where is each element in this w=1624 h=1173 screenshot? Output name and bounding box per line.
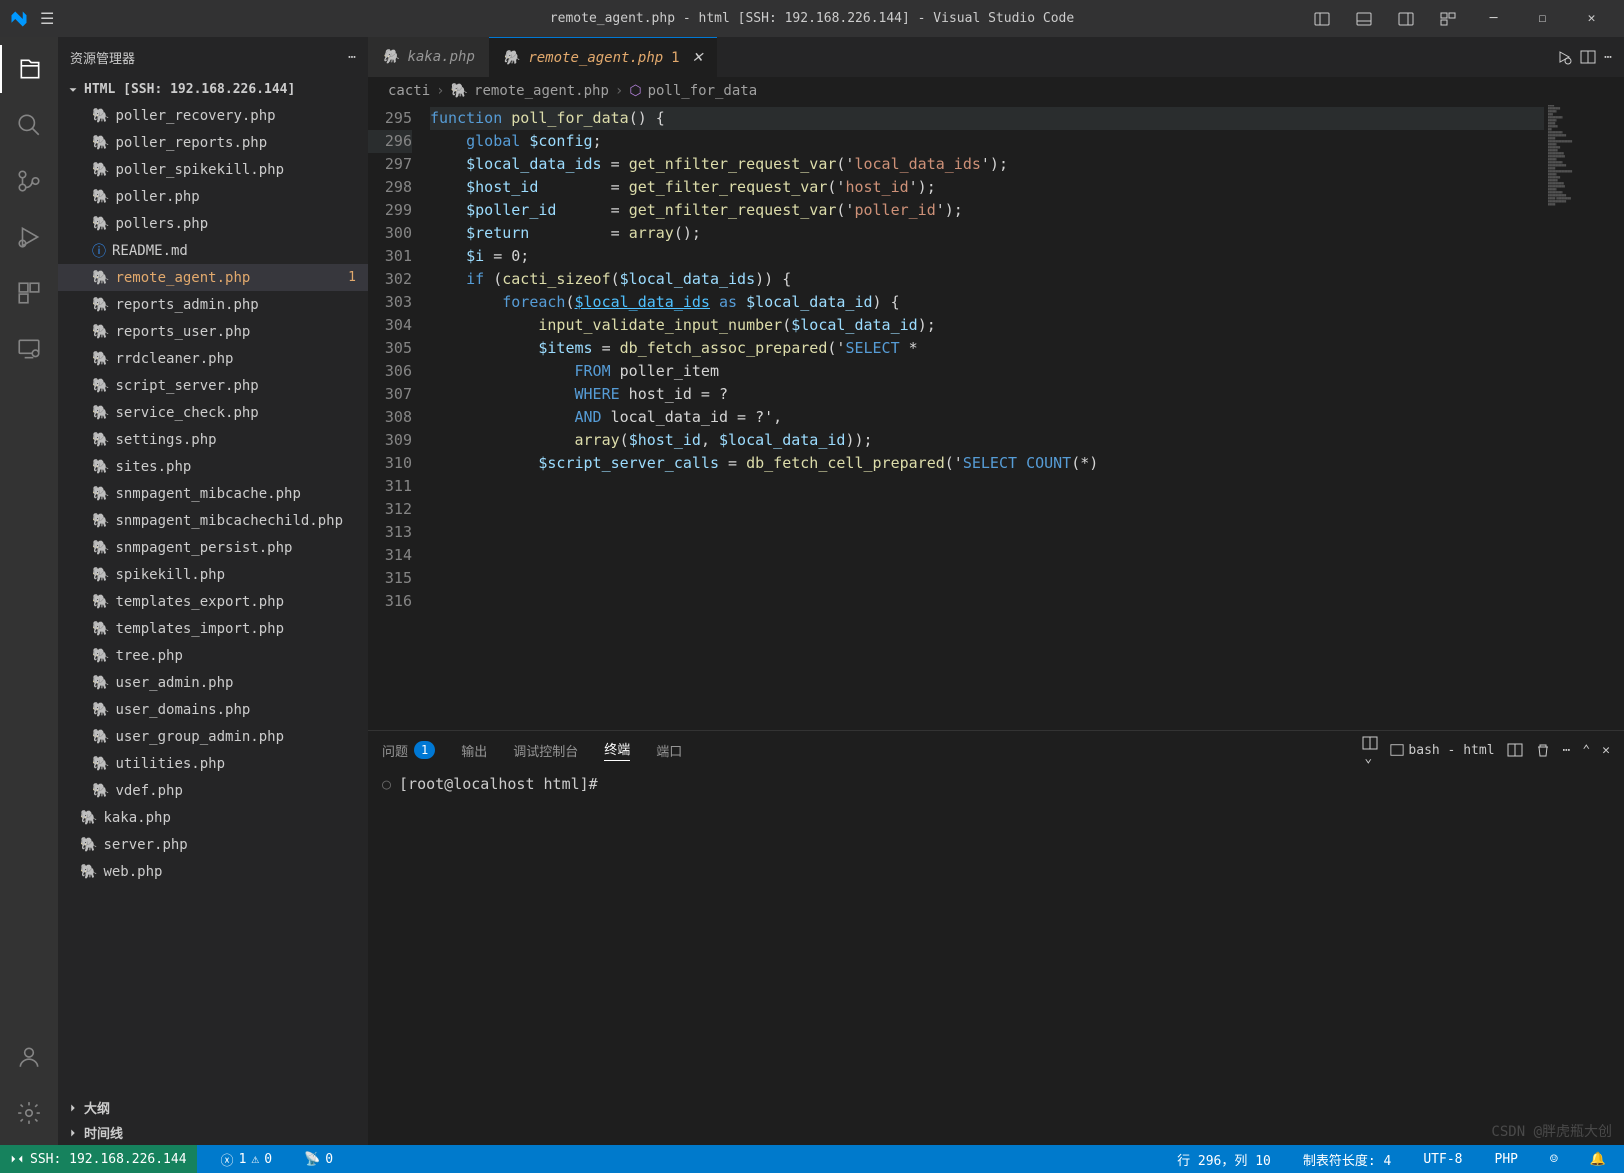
sidebar: 资源管理器 ⋯ HTML [SSH: 192.168.226.144] 🐘pol… <box>58 37 368 1145</box>
sidebar-more-icon[interactable]: ⋯ <box>348 50 356 65</box>
terminal-panel: 问题1 输出 调试控制台 终端 端口 ⌄ bash - html ⋯ ⌃ ✕ ○… <box>368 730 1624 1145</box>
file-item[interactable]: 🐘reports_admin.php <box>58 291 368 318</box>
file-item[interactable]: 🐘user_group_admin.php <box>58 723 368 750</box>
split-editor-icon[interactable] <box>1580 49 1596 65</box>
new-terminal-icon[interactable] <box>1507 742 1523 758</box>
search-icon[interactable] <box>0 101 58 149</box>
close-button[interactable]: ✕ <box>1569 0 1614 37</box>
file-item[interactable]: ⓘREADME.md <box>58 237 368 264</box>
terminal-profile[interactable]: bash - html <box>1390 743 1494 758</box>
layout-panel-icon[interactable] <box>1303 0 1341 37</box>
file-item[interactable]: 🐘spikekill.php <box>58 561 368 588</box>
debug-icon[interactable] <box>0 213 58 261</box>
file-item[interactable]: 🐘remote_agent.php1 <box>58 264 368 291</box>
minimize-button[interactable]: ─ <box>1471 0 1516 37</box>
panel-problems[interactable]: 问题1 <box>382 741 435 760</box>
tab-kaka[interactable]: 🐘kaka.php <box>368 37 489 77</box>
maximize-button[interactable]: ☐ <box>1520 0 1565 37</box>
menu-icon[interactable]: ☰ <box>40 9 54 28</box>
file-item[interactable]: 🐘user_admin.php <box>58 669 368 696</box>
file-item[interactable]: 🐘settings.php <box>58 426 368 453</box>
status-lang[interactable]: PHP <box>1487 1152 1526 1167</box>
file-item[interactable]: 🐘poller_spikekill.php <box>58 156 368 183</box>
window-title: remote_agent.php - html [SSH: 192.168.22… <box>550 11 1074 26</box>
file-item[interactable]: 🐘snmpagent_mibcachechild.php <box>58 507 368 534</box>
terminal[interactable]: ○[root@localhost html]# <box>368 769 1624 1145</box>
file-item[interactable]: 🐘snmpagent_mibcache.php <box>58 480 368 507</box>
status-encoding[interactable]: UTF-8 <box>1415 1152 1470 1167</box>
activity-bar <box>0 37 58 1145</box>
sidebar-folder-header[interactable]: HTML [SSH: 192.168.226.144] <box>58 77 368 102</box>
file-item[interactable]: 🐘poller.php <box>58 183 368 210</box>
vscode-logo-icon <box>10 10 28 28</box>
panel-terminal[interactable]: 终端 <box>604 739 630 761</box>
file-item[interactable]: 🐘utilities.php <box>58 750 368 777</box>
sidebar-title: 资源管理器 ⋯ <box>58 37 368 77</box>
file-tree[interactable]: 🐘poller_recovery.php🐘poller_reports.php🐘… <box>58 102 368 1095</box>
editor-tabs: 🐘kaka.php 🐘remote_agent.php1✕ ⋯ <box>368 37 1624 77</box>
layout-bottom-icon[interactable] <box>1345 0 1383 37</box>
explorer-icon[interactable] <box>0 45 58 93</box>
split-terminal-icon[interactable]: ⌄ <box>1362 735 1378 766</box>
status-problems[interactable]: ⓧ1⚠0 <box>213 1150 281 1169</box>
panel-more-icon[interactable]: ⋯ <box>1563 743 1571 758</box>
file-item[interactable]: 🐘templates_export.php <box>58 588 368 615</box>
file-item[interactable]: 🐘snmpagent_persist.php <box>58 534 368 561</box>
remote-explorer-icon[interactable] <box>0 325 58 373</box>
status-ports[interactable]: 📡0 <box>296 1152 341 1167</box>
settings-icon[interactable] <box>0 1089 58 1137</box>
file-item[interactable]: 🐘vdef.php <box>58 777 368 804</box>
close-icon[interactable]: ✕ <box>692 50 704 66</box>
file-item[interactable]: 🐘server.php <box>58 831 368 858</box>
breadcrumb[interactable]: cacti› 🐘remote_agent.php› ⬡poll_for_data <box>368 77 1624 105</box>
file-item[interactable]: 🐘reports_user.php <box>58 318 368 345</box>
file-item[interactable]: 🐘poller_reports.php <box>58 129 368 156</box>
file-item[interactable]: 🐘poller_recovery.php <box>58 102 368 129</box>
tab-remote-agent[interactable]: 🐘remote_agent.php1✕ <box>489 37 717 77</box>
panel-debug[interactable]: 调试控制台 <box>513 741 578 760</box>
timeline-section[interactable]: 时间线 <box>58 1120 368 1145</box>
scm-icon[interactable] <box>0 157 58 205</box>
layout-right-icon[interactable] <box>1387 0 1425 37</box>
maximize-panel-icon[interactable]: ⌃ <box>1582 743 1590 758</box>
status-bell[interactable]: 🔔 <box>1582 1152 1614 1167</box>
editor-area: 🐘kaka.php 🐘remote_agent.php1✕ ⋯ cacti› 🐘… <box>368 37 1624 1145</box>
panel-output[interactable]: 输出 <box>461 741 487 760</box>
account-icon[interactable] <box>0 1033 58 1081</box>
file-item[interactable]: 🐘script_server.php <box>58 372 368 399</box>
file-item[interactable]: 🐘templates_import.php <box>58 615 368 642</box>
file-item[interactable]: 🐘user_domains.php <box>58 696 368 723</box>
file-item[interactable]: 🐘service_check.php <box>58 399 368 426</box>
run-code-icon[interactable] <box>1556 49 1572 65</box>
close-panel-icon[interactable]: ✕ <box>1602 743 1610 758</box>
status-cursor[interactable]: 行 296，列 10 <box>1169 1150 1279 1169</box>
editor[interactable]: 2952962972982993003013023033043053063073… <box>368 105 1624 730</box>
outline-section[interactable]: 大纲 <box>58 1095 368 1120</box>
minimap[interactable]: ████████████████████████████████████████… <box>1544 105 1624 730</box>
file-item[interactable]: 🐘pollers.php <box>58 210 368 237</box>
file-item[interactable]: 🐘web.php <box>58 858 368 885</box>
status-feedback[interactable]: ☺ <box>1542 1152 1566 1167</box>
tab-more-icon[interactable]: ⋯ <box>1604 50 1612 65</box>
file-item[interactable]: 🐘sites.php <box>58 453 368 480</box>
extensions-icon[interactable] <box>0 269 58 317</box>
file-item[interactable]: 🐘kaka.php <box>58 804 368 831</box>
watermark: CSDN @胖虎瓶大创 <box>1491 1121 1612 1141</box>
trash-icon[interactable] <box>1535 742 1551 758</box>
layout-grid-icon[interactable] <box>1429 0 1467 37</box>
titlebar: ☰ remote_agent.php - html [SSH: 192.168.… <box>0 0 1624 37</box>
status-tabsize[interactable]: 制表符长度: 4 <box>1295 1150 1399 1169</box>
file-item[interactable]: 🐘tree.php <box>58 642 368 669</box>
file-item[interactable]: 🐘rrdcleaner.php <box>58 345 368 372</box>
statusbar: SSH: 192.168.226.144 ⓧ1⚠0 📡0 行 296，列 10 … <box>0 1145 1624 1173</box>
status-ssh[interactable]: SSH: 192.168.226.144 <box>0 1145 197 1173</box>
panel-ports[interactable]: 端口 <box>656 741 682 760</box>
